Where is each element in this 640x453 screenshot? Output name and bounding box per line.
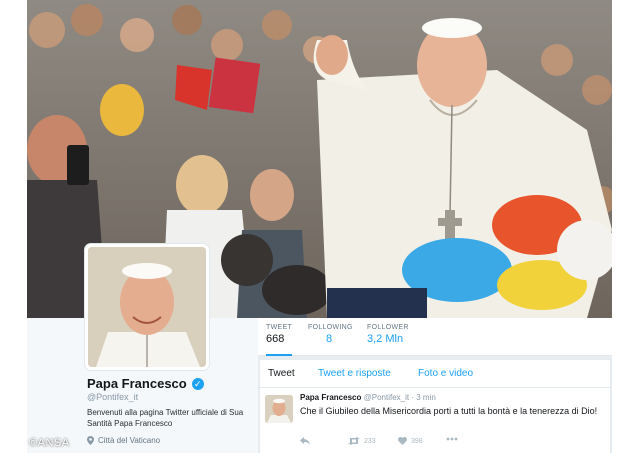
stat-tweets[interactable]: TWEET 668 (266, 324, 292, 357)
profile-avatar[interactable] (85, 244, 209, 370)
profile-location: Città del Vaticano (87, 436, 160, 445)
stat-following-label: FOLLOWING (308, 324, 353, 331)
profile-bio: Benvenuti alla pagina Twitter ufficiale … (87, 408, 244, 428)
ansa-watermark: ©ANSA (29, 437, 70, 449)
more-dots-icon (446, 437, 458, 441)
tweet-author-handle[interactable]: @Pontifex_it (364, 393, 409, 402)
tweet-text: Che il Giubileo della Misericordia porti… (300, 406, 598, 416)
profile-name[interactable]: Papa Francesco (87, 376, 187, 391)
stat-tweets-label: TWEET (266, 324, 292, 331)
stat-followers-value: 3,2 Mln (367, 333, 404, 345)
location-label: Città del Vaticano (98, 436, 161, 445)
stat-following[interactable]: FOLLOWING 8 (308, 324, 353, 345)
tab-tweet-e-risposte[interactable]: Tweet e risposte (318, 368, 391, 379)
tweet-author-name[interactable]: Papa Francesco (300, 393, 361, 402)
timeline-tabs: Tweet Tweet e risposte Foto e video (260, 360, 610, 388)
tab-foto-e-video[interactable]: Foto e video (418, 368, 473, 379)
retweet-count: 233 (364, 437, 376, 445)
tweet-actions: 233 398 (300, 437, 600, 451)
tweet-item[interactable]: Papa Francesco @Pontifex_it · 3 min Che … (260, 389, 610, 453)
timeline: Tweet Tweet e risposte Foto e video Papa… (260, 360, 610, 453)
avatar-image (88, 247, 206, 367)
more-button[interactable] (446, 437, 458, 441)
profile-handle: @Pontifex_it (87, 392, 139, 402)
tab-tweet[interactable]: Tweet (268, 368, 295, 379)
like-button[interactable]: 398 (398, 437, 423, 445)
stat-tweets-value: 668 (266, 333, 285, 345)
retweet-button[interactable]: 233 (348, 437, 376, 445)
heart-icon (398, 437, 407, 445)
tweet-header: Papa Francesco @Pontifex_it · 3 min (300, 393, 436, 402)
location-pin-icon (87, 436, 94, 445)
tweet-avatar-art (265, 395, 293, 423)
verified-badge-icon: ✓ (191, 377, 204, 390)
stat-followers[interactable]: FOLLOWER 3,2 Mln (367, 324, 409, 345)
stat-followers-label: FOLLOWER (367, 324, 409, 331)
tweet-avatar[interactable] (265, 395, 293, 423)
like-count: 398 (411, 437, 423, 445)
reply-button[interactable] (300, 437, 310, 445)
retweet-icon (348, 437, 360, 445)
stat-following-value: 8 (326, 333, 333, 345)
profile-stats-bar: TWEET 668 FOLLOWING 8 FOLLOWER 3,2 Mln (258, 318, 612, 357)
avatar-photo-art (88, 247, 206, 367)
tweet-time[interactable]: · 3 min (411, 393, 435, 402)
profile-name-row: Papa Francesco ✓ (87, 376, 204, 391)
reply-icon (300, 437, 310, 445)
